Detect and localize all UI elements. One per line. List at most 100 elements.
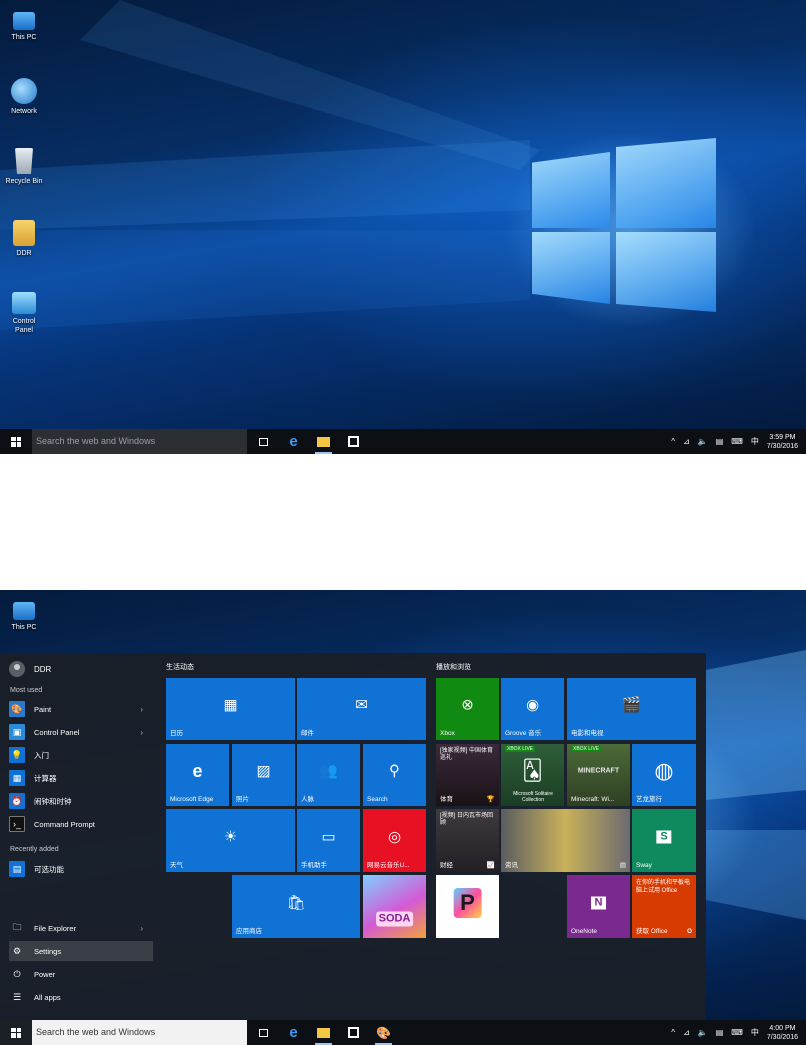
onenote-icon: N [590, 896, 607, 910]
tile-sway[interactable]: S Sway [632, 809, 696, 872]
windows-logo-icon [11, 436, 21, 447]
control-panel-icon [12, 292, 36, 314]
power-item[interactable]: ⏻ Power [9, 964, 153, 984]
desktop-icon-control-panel[interactable]: Control Panel [0, 292, 48, 335]
news-icon: ▤ [619, 862, 626, 869]
clock[interactable]: 3:59 PM 7/30/2016 [767, 433, 798, 451]
tile-get-office[interactable]: 在你的手机和平板电脑上试用 Office 获取 Office O [632, 875, 696, 938]
tile-mail[interactable]: ✉ 邮件 [297, 678, 426, 740]
tile-candy-crush-soda[interactable]: SODA [363, 875, 426, 938]
tile-netease-music[interactable]: ◎ 网易云音乐U... [363, 809, 426, 872]
tile-calendar[interactable]: ▦ 日历 [166, 678, 295, 740]
task-view-icon[interactable] [255, 433, 272, 450]
clock-date: 7/30/2016 [766, 1033, 798, 1041]
tile-photos[interactable]: ▨ 照片 [232, 744, 295, 806]
all-apps-icon: ☰ [12, 991, 22, 1002]
control-panel-icon: ▣ [9, 724, 25, 740]
desktop-icon-ddr[interactable]: DDR [0, 220, 48, 258]
ime-indicator[interactable]: 中 [751, 436, 759, 447]
volume-icon[interactable]: 🔈 [698, 1028, 708, 1037]
action-center-icon[interactable]: ▤ [716, 1028, 724, 1037]
app-command-prompt[interactable]: ›_ Command Prompt [9, 814, 153, 834]
tile-store[interactable]: 🛍 应用商店 [232, 875, 360, 938]
clock-time: 3:59 PM [769, 433, 796, 441]
tile-edge[interactable]: e Microsoft Edge [166, 744, 229, 806]
chevron-right-icon: › [140, 727, 143, 737]
windows-logo-icon [11, 1027, 21, 1038]
tile-onenote[interactable]: N OneNote [567, 875, 630, 938]
desktop-icon-label: Recycle Bin [5, 178, 43, 185]
desktop-icon-network[interactable]: Network [0, 78, 48, 116]
file-explorer-icon[interactable] [315, 433, 332, 454]
tile-news[interactable]: 资讯 ▤ [501, 809, 630, 872]
tile-weather[interactable]: ☀ 天气 [166, 809, 295, 872]
desktop-icon-recycle-bin[interactable]: Recycle Bin [0, 148, 48, 186]
tile-search[interactable]: ⚲ Search [363, 744, 426, 806]
app-get-started[interactable]: 💡 入门 [9, 745, 153, 765]
chevron-up-icon[interactable]: ^ [671, 437, 675, 446]
app-paint[interactable]: 🎨 Paint › [9, 699, 153, 719]
chevron-right-icon: › [140, 704, 143, 714]
tile-elong[interactable]: ◍ 艺龙旅行 [632, 744, 696, 806]
windows-logo-pane-tl [532, 152, 610, 228]
edge-icon[interactable]: e [285, 433, 302, 450]
app-optional-features[interactable]: ▤ 可选功能 [9, 859, 153, 879]
action-center-icon[interactable]: ▤ [716, 437, 724, 446]
tile-people[interactable]: 👥 人脉 [297, 744, 360, 806]
photos-icon: ▨ [256, 762, 271, 780]
network-tray-icon[interactable]: ⊿ [683, 437, 690, 446]
file-explorer-item[interactable]: 🗀 File Explorer › [9, 918, 153, 938]
tile-xbox[interactable]: ⊗ Xbox [436, 678, 499, 740]
tile-groove[interactable]: ◉ Groove 音乐 [501, 678, 564, 740]
settings-item[interactable]: ⚙ Settings [9, 941, 153, 961]
edge-icon: e [192, 761, 203, 782]
taskbar-search-box[interactable]: Search the web and Windows [32, 1020, 247, 1045]
tile-minecraft[interactable]: XBOX LIVE MINECRAFT Minecraft: Wi... [567, 744, 630, 806]
user-account[interactable]: DDR [9, 661, 51, 677]
network-tray-icon[interactable]: ⊿ [683, 1028, 690, 1037]
app-control-panel[interactable]: ▣ Control Panel › [9, 722, 153, 742]
keyboard-icon[interactable]: ⌨ [731, 437, 743, 446]
taskbar-search-box[interactable]: Search the web and Windows [32, 429, 247, 454]
xbox-icon: ⊗ [461, 696, 474, 714]
file-explorer-icon[interactable] [315, 1024, 332, 1045]
desktop-icon-label: Network [11, 108, 37, 115]
all-apps-item[interactable]: ☰ All apps [9, 987, 153, 1007]
desktop-icon-this-pc[interactable]: This PC [0, 8, 48, 42]
task-view-icon[interactable] [255, 1024, 272, 1041]
mail-icon: ✉ [355, 696, 368, 714]
movies-icon: 🎬 [622, 696, 641, 714]
volume-icon[interactable]: 🔈 [698, 437, 708, 446]
desktop-icon-this-pc[interactable]: This PC [0, 598, 48, 632]
app-calculator[interactable]: ▦ 计算器 [9, 768, 153, 788]
tile-finance[interactable]: [视频] 日内瓦市场回顾 财经 📈 [436, 809, 499, 872]
edge-icon[interactable]: e [285, 1024, 302, 1041]
tile-movies-tv[interactable]: 🎬 电影和电视 [567, 678, 696, 740]
xbox-live-badge: XBOX LIVE [505, 746, 536, 752]
tile-picsart[interactable]: P [436, 875, 499, 938]
tile-phone-companion[interactable]: ▭ 手机助手 [297, 809, 360, 872]
windows-logo-pane-bl [532, 232, 610, 304]
app-alarms[interactable]: ⏰ 闹钟和时钟 [9, 791, 153, 811]
desktop-icon-label: This PC [11, 624, 37, 631]
tile-solitaire[interactable]: XBOX LIVE 🂡 Microsoft Solitaire Collecti… [501, 744, 564, 806]
chevron-up-icon[interactable]: ^ [671, 1028, 675, 1037]
power-icon: ⏻ [13, 968, 21, 979]
start-button[interactable] [0, 429, 32, 454]
gear-icon: ⚙ [12, 945, 22, 956]
start-button[interactable] [0, 1020, 32, 1045]
chevron-right-icon: › [140, 923, 143, 933]
desktop-icon-label: This PC [11, 34, 37, 41]
calendar-icon: ▦ [223, 696, 238, 714]
keyboard-icon[interactable]: ⌨ [731, 1028, 743, 1037]
tile-sports[interactable]: [独家视频] 中国体育巡礼 体育 🏆 [436, 744, 499, 806]
clock[interactable]: 4:00 PM 7/30/2016 [767, 1024, 798, 1042]
windows-logo-pane-tr [616, 138, 716, 228]
ime-indicator[interactable]: 中 [751, 1027, 759, 1038]
store-icon[interactable] [345, 1024, 362, 1041]
paint-icon[interactable]: 🎨 [375, 1024, 392, 1045]
clock-date: 7/30/2016 [766, 442, 798, 450]
minecraft-icon: MINECRAFT [577, 767, 620, 775]
store-icon[interactable] [345, 433, 362, 450]
office-icon: O [686, 928, 692, 935]
